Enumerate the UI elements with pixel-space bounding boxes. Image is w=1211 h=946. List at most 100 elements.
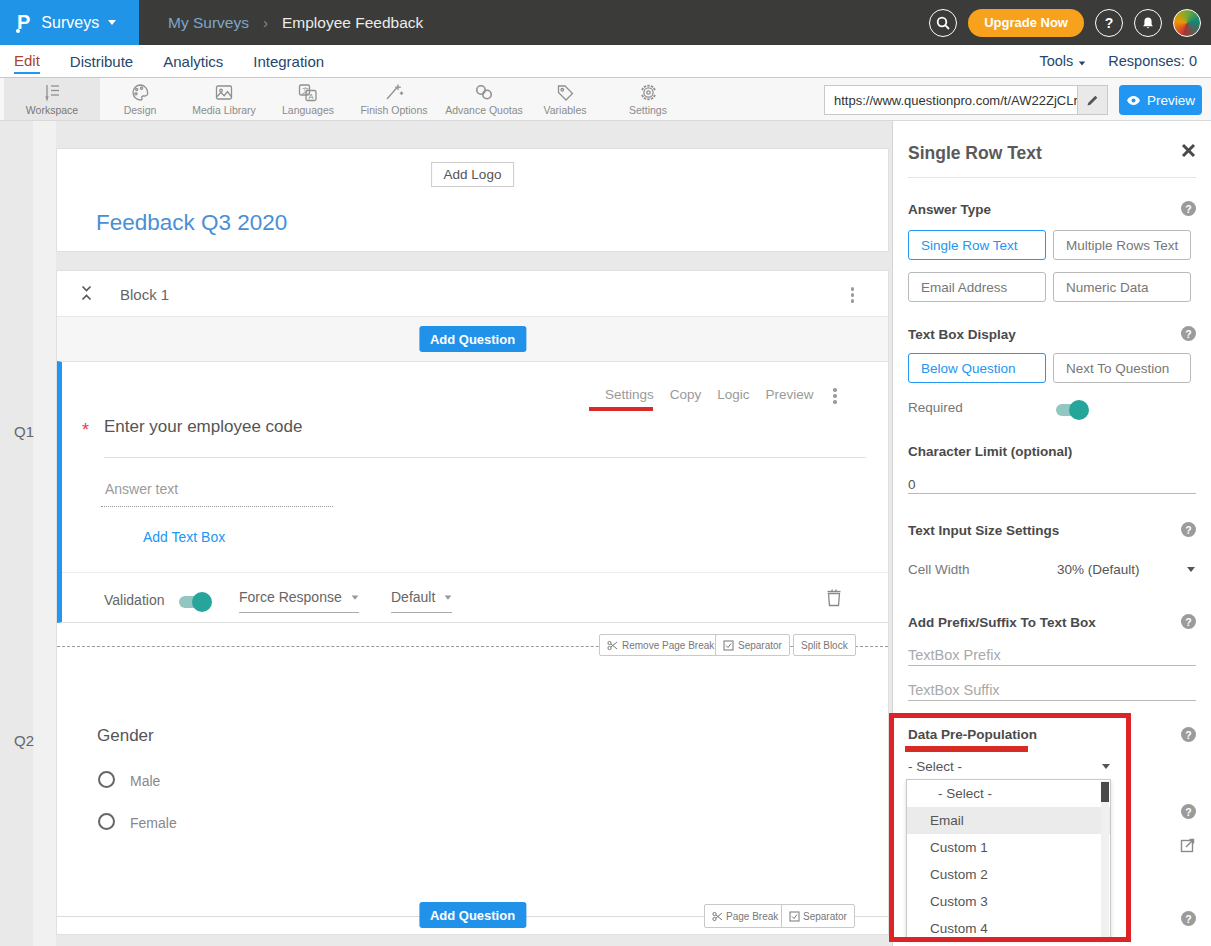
tab-integration[interactable]: Integration [253, 53, 324, 70]
q2-radio-male[interactable] [98, 771, 115, 788]
cell-width-value[interactable]: 30% (Default) [1057, 562, 1140, 577]
remove-page-break-button[interactable]: Remove Page Break [599, 634, 722, 656]
separator-button-bottom[interactable]: Separator [781, 904, 855, 928]
pencil-icon [1086, 94, 1099, 107]
hidden-help-icon-2[interactable]: ? [1181, 911, 1196, 926]
panel-title: Single Row Text [908, 143, 1042, 164]
answer-type-multiple-rows[interactable]: Multiple Rows Text [1053, 230, 1191, 260]
hidden-help-icon-1[interactable]: ? [1181, 804, 1196, 819]
help-button[interactable]: ? [1095, 9, 1123, 37]
add-logo-button[interactable]: Add Logo [431, 162, 515, 187]
scissors-icon [712, 911, 723, 922]
wand-icon [383, 83, 405, 102]
brand-logo[interactable]: P Surveys [0, 0, 139, 45]
scissors-icon [607, 640, 618, 651]
search-button[interactable] [929, 9, 957, 37]
question-number-q1: Q1 [14, 423, 34, 440]
q1-tab-preview[interactable]: Preview [766, 387, 814, 402]
page-break-button[interactable]: Page Break [704, 904, 786, 928]
responses-count[interactable]: Responses: 0 [1108, 53, 1197, 69]
answer-type-single-row[interactable]: Single Row Text [908, 230, 1046, 260]
toolbar-finish-options[interactable]: Finish Options [348, 78, 440, 120]
toolbar-design[interactable]: Design [100, 78, 180, 120]
q1-default-dropdown[interactable]: Default [391, 589, 452, 613]
block-menu-button[interactable] [851, 287, 855, 303]
nav-row: Edit Distribute Analytics Integration To… [0, 45, 1211, 78]
prefix-underline [908, 665, 1196, 666]
collapse-block-icon[interactable] [80, 285, 93, 301]
q1-validation-toggle[interactable] [179, 596, 209, 608]
edit-url-button[interactable] [1077, 86, 1107, 114]
q1-title[interactable]: Enter your employee code [104, 417, 302, 437]
brand-label: Surveys [41, 14, 99, 32]
answer-type-numeric[interactable]: Numeric Data [1053, 272, 1191, 302]
block-card: Block 1 Add Question Settings Copy Logic… [56, 270, 889, 935]
q1-title-underline [104, 457, 866, 458]
tab-edit[interactable]: Edit [14, 52, 40, 74]
block-title[interactable]: Block 1 [120, 286, 169, 303]
survey-url-input[interactable]: https://www.questionpro.com/t/AW22ZjCLr [824, 85, 1108, 115]
question-q2-card[interactable]: Gender Male Female [57, 666, 888, 894]
toolbar-media-library[interactable]: Media Library [180, 78, 268, 120]
q1-tab-logic[interactable]: Logic [717, 387, 749, 402]
q1-required-asterisk: * [82, 420, 89, 441]
text-input-size-help-icon[interactable]: ? [1181, 522, 1196, 537]
q1-tab-copy[interactable]: Copy [670, 387, 702, 402]
text-input-size-label: Text Input Size Settings [908, 523, 1059, 538]
q1-answer-placeholder[interactable]: Answer text [105, 481, 178, 497]
delete-question-icon[interactable] [826, 588, 842, 607]
preview-button[interactable]: Preview [1119, 85, 1202, 115]
required-toggle[interactable] [1056, 404, 1086, 416]
answer-type-email[interactable]: Email Address [908, 272, 1046, 302]
tab-analytics[interactable]: Analytics [163, 53, 223, 70]
breadcrumb: My Surveys › Employee Feedback [168, 0, 423, 45]
separator-button[interactable]: Separator [715, 634, 790, 656]
data-prepopulation-help-icon[interactable]: ? [1181, 727, 1196, 742]
cell-width-caret-icon[interactable] [1187, 567, 1195, 572]
q2-radio-female[interactable] [98, 813, 115, 830]
display-next-to-question[interactable]: Next To Question [1053, 353, 1191, 383]
textbox-prefix-input[interactable]: TextBox Prefix [908, 647, 1001, 663]
q1-force-response-dropdown[interactable]: Force Response [239, 589, 359, 613]
avatar[interactable] [1173, 9, 1201, 37]
toolbar: Workspace Design Media Library 文A Langua… [0, 78, 1211, 121]
split-block-button[interactable]: Split Block [793, 634, 856, 656]
breadcrumb-my-surveys[interactable]: My Surveys [168, 14, 249, 32]
toolbar-settings[interactable]: Settings [602, 78, 694, 120]
textbox-suffix-input[interactable]: TextBox Suffix [908, 682, 1000, 698]
close-panel-icon[interactable] [1181, 143, 1196, 158]
tools-menu[interactable]: Tools [1039, 53, 1086, 69]
answer-type-help-icon[interactable]: ? [1181, 201, 1196, 216]
question-q1-card[interactable]: Settings Copy Logic Preview * Enter your… [57, 361, 888, 623]
prefix-suffix-label: Add Prefix/Suffix To Text Box [908, 615, 1096, 630]
q2-title[interactable]: Gender [97, 726, 154, 746]
text-box-display-help-icon[interactable]: ? [1181, 326, 1196, 341]
bell-icon [1141, 16, 1155, 30]
display-below-question[interactable]: Below Question [908, 353, 1046, 383]
add-question-button-top[interactable]: Add Question [419, 326, 526, 352]
char-limit-underline [908, 493, 1196, 494]
translate-icon: 文A [297, 83, 319, 102]
q1-answer-underline [101, 506, 333, 507]
char-limit-input[interactable]: 0 [908, 477, 916, 492]
survey-header-card: Add Logo Feedback Q3 2020 [56, 148, 889, 252]
toolbar-languages[interactable]: 文A Languages [268, 78, 348, 120]
palette-icon [130, 83, 151, 102]
page-break-zone: Remove Page Break Separator Split Block [57, 623, 888, 666]
tab-distribute[interactable]: Distribute [70, 53, 133, 70]
toolbar-variables[interactable]: Variables [528, 78, 602, 120]
toolbar-advance-quotas[interactable]: Advance Quotas [440, 78, 528, 120]
q1-tab-settings[interactable]: Settings [605, 387, 654, 402]
upgrade-now-button[interactable]: Upgrade Now [968, 9, 1084, 37]
external-link-icon[interactable] [1180, 837, 1196, 853]
add-question-button-bottom[interactable]: Add Question [419, 902, 526, 928]
breadcrumb-current: Employee Feedback [282, 14, 423, 32]
notifications-button[interactable] [1134, 9, 1162, 37]
prefix-suffix-help-icon[interactable]: ? [1181, 614, 1196, 629]
q2-option-female[interactable]: Female [130, 815, 177, 831]
q2-option-male[interactable]: Male [130, 773, 160, 789]
survey-title[interactable]: Feedback Q3 2020 [96, 210, 287, 236]
q1-menu-button[interactable] [833, 388, 837, 404]
toolbar-workspace[interactable]: Workspace [4, 78, 100, 120]
q1-add-text-box-link[interactable]: Add Text Box [143, 529, 225, 545]
